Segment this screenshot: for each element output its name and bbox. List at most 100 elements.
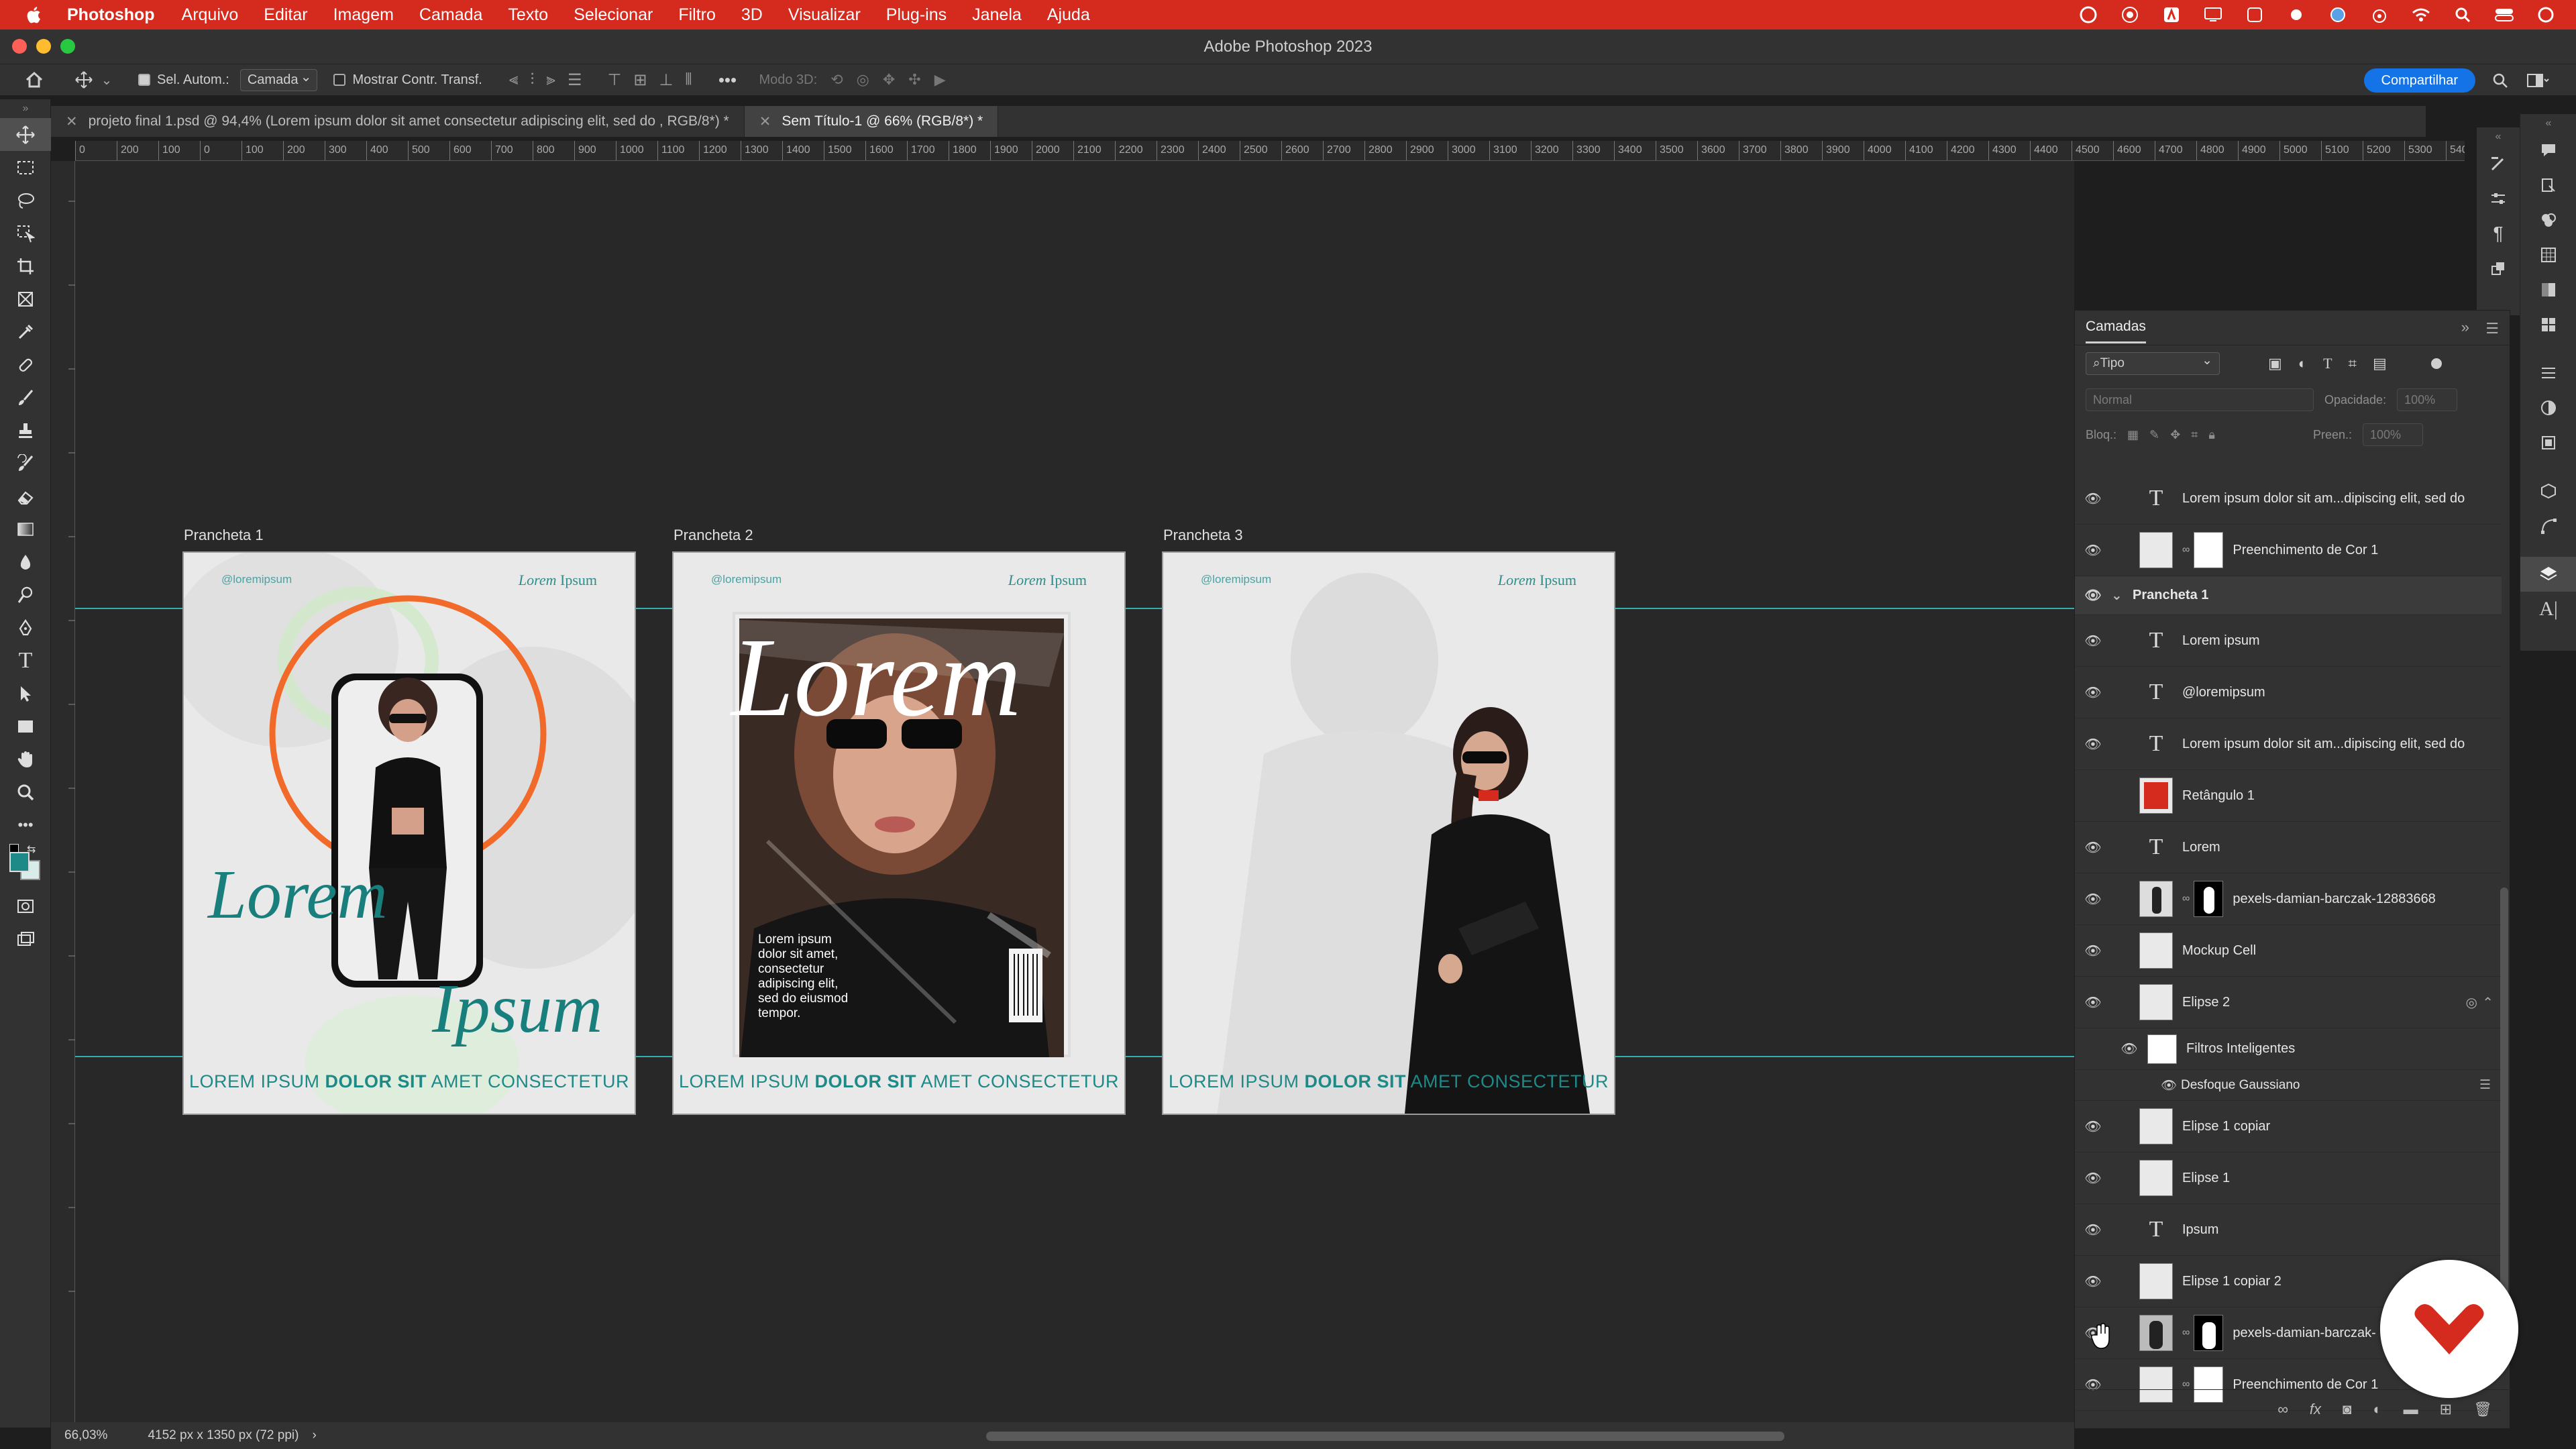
frame-tool-icon[interactable] <box>0 282 51 315</box>
layer-row[interactable]: 👁︎ Retângulo 1 <box>2075 770 2502 822</box>
visibility-eye-icon[interactable]: 👁︎ <box>2075 490 2111 507</box>
filter-toggle-icon[interactable] <box>2430 358 2442 369</box>
tool-preset-chevron-icon[interactable]: ⌄ <box>95 68 118 91</box>
layer-row[interactable]: 👁︎ ∞ Preenchimento de Cor 1 <box>2075 525 2502 576</box>
horizontal-scrollbar[interactable] <box>986 1432 1784 1441</box>
crop-tool-icon[interactable] <box>0 250 51 282</box>
more-options-icon[interactable]: ••• <box>716 68 739 91</box>
rectangle-tool-icon[interactable] <box>0 710 51 743</box>
zoom-level[interactable]: 66,03% <box>64 1428 107 1443</box>
filter-smart-object-icon[interactable]: ▤ <box>2373 355 2387 372</box>
color-icon[interactable] <box>2520 203 2576 237</box>
swatches-icon[interactable] <box>2520 237 2576 272</box>
visibility-eye-icon[interactable]: 👁︎ <box>2161 1077 2181 1093</box>
blur-tool-icon[interactable] <box>0 545 51 578</box>
close-tab-icon[interactable]: ✕ <box>759 113 771 130</box>
layer-row[interactable]: 👁︎ Elipse 1 <box>2075 1152 2502 1204</box>
3d-slide-icon[interactable]: ✣ <box>908 71 920 89</box>
layer-row[interactable]: 👁︎ Mockup Cell <box>2075 925 2502 977</box>
filter-blending-options-icon[interactable]: ☰ <box>2479 1077 2491 1093</box>
document-canvas[interactable]: Prancheta 1 @loremipsum Lorem Ipsum Lore… <box>75 161 2074 1422</box>
patterns-icon[interactable] <box>2520 307 2576 342</box>
visibility-eye-icon[interactable]: 👁︎ <box>2075 1222 2111 1238</box>
add-mask-icon[interactable]: ◙ <box>2343 1401 2351 1418</box>
close-tab-icon[interactable]: ✕ <box>66 113 78 130</box>
search-icon[interactable] <box>2489 69 2512 92</box>
extension-icon[interactable] <box>2286 5 2306 25</box>
menu-selecionar[interactable]: Selecionar <box>574 5 653 25</box>
path-selection-tool-icon[interactable] <box>0 677 51 710</box>
menu-ajuda[interactable]: Ajuda <box>1047 5 1090 25</box>
visibility-eye-icon[interactable]: 👁︎ <box>2075 542 2111 559</box>
artboard-3[interactable]: @loremipsum Lorem Ipsum LOREM IPSUM DOLO… <box>1162 551 1615 1115</box>
move-tool-icon[interactable] <box>0 118 51 151</box>
layer-row[interactable]: 👁︎ T Ipsum <box>2075 1204 2502 1256</box>
align-middle-v-icon[interactable]: ⊞ <box>633 70 647 90</box>
smart-filter-item-row[interactable]: 👁︎ Desfoque Gaussiano ☰ <box>2075 1070 2502 1101</box>
link-layers-icon[interactable]: ∞ <box>2277 1401 2288 1418</box>
new-layer-icon[interactable]: ⊞ <box>2440 1401 2452 1418</box>
collapse-panel-icon[interactable]: » <box>2461 319 2469 336</box>
lock-artboard-icon[interactable]: ⌗ <box>2191 428 2198 442</box>
artboard-1-label[interactable]: Prancheta 1 <box>184 527 264 544</box>
healing-brush-tool-icon[interactable] <box>0 348 51 381</box>
workspace-icon[interactable] <box>2526 69 2549 92</box>
adjustments-sliders-icon[interactable] <box>2477 181 2520 216</box>
layer-row[interactable]: 👁︎ Elipse 1 copiar <box>2075 1101 2502 1152</box>
collapse-panel-icon[interactable]: « <box>2520 114 2576 133</box>
filter-pixel-icon[interactable]: ▣ <box>2268 355 2282 372</box>
pen-tool-icon[interactable] <box>0 611 51 644</box>
visibility-eye-icon[interactable]: 👁︎ <box>2075 587 2111 604</box>
color-swatches[interactable]: ⇆ <box>0 841 51 881</box>
3d-camera-icon[interactable]: ▶ <box>934 71 946 89</box>
type-tool-icon[interactable]: T <box>0 644 51 677</box>
menu-editar[interactable]: Editar <box>264 5 307 25</box>
menu-camada[interactable]: Camada <box>419 5 483 25</box>
panel-menu-icon[interactable]: ☰ <box>2485 320 2499 337</box>
quick-mask-icon[interactable] <box>0 890 51 922</box>
control-center-icon[interactable] <box>2494 5 2514 25</box>
layer-row[interactable]: 👁︎ T Lorem <box>2075 822 2502 873</box>
layer-row[interactable]: 👁︎ T Lorem ipsum <box>2075 615 2502 667</box>
lock-all-icon[interactable]: 🔒︎ <box>2208 428 2215 442</box>
lock-transparent-icon[interactable]: ▦ <box>2127 428 2139 442</box>
lock-image-icon[interactable]: ✎ <box>2149 428 2159 442</box>
group-expand-chevron-icon[interactable]: ⌄ <box>2111 587 2133 604</box>
menu-visualizar[interactable]: Visualizar <box>788 5 861 25</box>
opacity-field[interactable]: 100% <box>2397 388 2458 411</box>
layer-row[interactable]: 👁︎ T @loremipsum <box>2075 667 2502 718</box>
brush-tool-icon[interactable] <box>0 381 51 414</box>
visibility-eye-icon[interactable]: 👁︎ <box>2075 684 2111 701</box>
filter-type-icon[interactable]: T <box>2323 355 2332 372</box>
libraries-icon[interactable] <box>2520 425 2576 460</box>
siri-icon[interactable] <box>2536 5 2556 25</box>
delete-layer-trash-icon[interactable]: 🗑︎ <box>2473 1401 2492 1418</box>
record-icon[interactable] <box>2120 5 2140 25</box>
visibility-eye-icon[interactable]: 👁︎ <box>2075 839 2111 856</box>
3d-icon[interactable] <box>2520 474 2576 508</box>
lasso-tool-icon[interactable] <box>0 184 51 217</box>
expand-panel-icon[interactable]: » <box>0 99 51 118</box>
collapse-effects-chevron-icon[interactable]: ⌃ <box>2482 994 2493 1011</box>
visibility-eye-icon[interactable]: 👁︎ <box>2111 1040 2147 1057</box>
object-selection-tool-icon[interactable] <box>0 217 51 250</box>
zoom-tool-icon[interactable] <box>0 775 51 808</box>
new-group-folder-icon[interactable]: ▬ <box>2404 1401 2418 1418</box>
auto-select-checkbox[interactable] <box>138 74 150 86</box>
menu-imagem[interactable]: Imagem <box>333 5 394 25</box>
stamp-tool-icon[interactable] <box>0 414 51 447</box>
eyedropper-tool-icon[interactable] <box>0 315 51 348</box>
clone-source-icon[interactable] <box>2477 251 2520 286</box>
layers-scrollbar[interactable] <box>2500 888 2508 1297</box>
align-left-icon[interactable]: ⫷ <box>509 70 519 89</box>
zoom-window-button[interactable] <box>60 39 75 54</box>
collapse-panel-icon[interactable]: « <box>2477 127 2520 146</box>
blend-mode-dropdown[interactable]: Normal <box>2086 388 2314 411</box>
layers-panel-icon[interactable] <box>2520 557 2576 592</box>
visibility-eye-icon[interactable]: 👁︎ <box>2075 943 2111 959</box>
align-right-icon[interactable]: ⫸ <box>546 70 555 89</box>
history-icon[interactable] <box>2520 168 2576 203</box>
horizontal-ruler[interactable]: 0 200 100 0 100 200 300 400 500 600 700 800 900 1000 1… <box>75 141 2465 161</box>
paths-icon[interactable] <box>2520 508 2576 543</box>
visibility-eye-icon[interactable]: 👁︎ <box>2075 1118 2111 1135</box>
